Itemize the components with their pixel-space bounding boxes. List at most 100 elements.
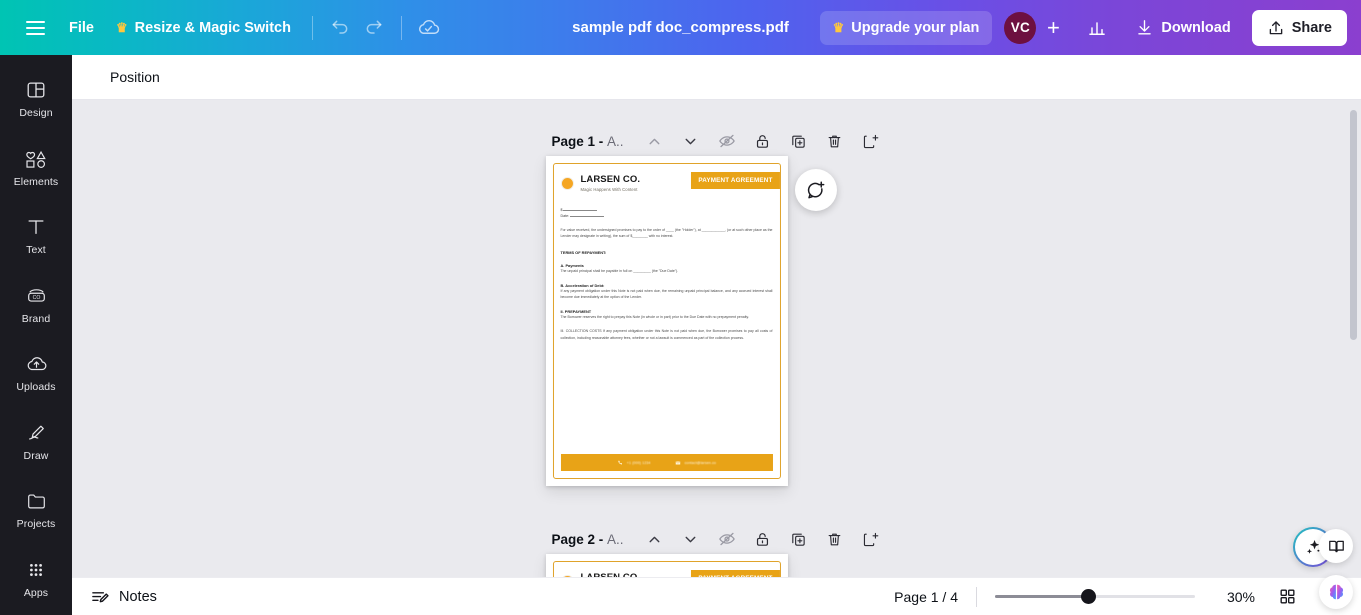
sidebar-item-design[interactable]: Design [2, 67, 70, 132]
pen-draw-icon [25, 422, 48, 444]
download-label: Download [1161, 19, 1231, 36]
page-2-duplicate-icon[interactable] [782, 524, 816, 554]
ai-brain-icon [1329, 584, 1343, 599]
zoom-value[interactable]: 30% [1213, 589, 1255, 605]
document-page-1[interactable]: LARSEN CO. Magic Happens With Content PA… [545, 156, 788, 486]
folder-icon [25, 490, 48, 512]
section-a-body: The unpaid principal shall be payable in… [560, 269, 679, 274]
page-1-move-down-icon[interactable] [674, 126, 708, 156]
left-sidebar: Design Elements Text CO Brand Uploads Dr… [0, 55, 72, 615]
document-intro-paragraph: For value received, the undersigned prom… [560, 227, 773, 238]
toolbar-divider-2 [400, 15, 402, 40]
undo-icon[interactable] [323, 11, 357, 45]
page-1-title[interactable]: Page 1 - A.. [551, 134, 623, 149]
footer-email-text: contact@larsen.co [684, 460, 717, 465]
crown-icon: ♛ [115, 19, 128, 35]
shapes-icon [24, 148, 48, 170]
sidebar-item-label: Apps [23, 586, 49, 599]
grid-view-button[interactable] [1273, 583, 1301, 611]
hamburger-icon[interactable] [12, 0, 58, 55]
page-1-container: Page 1 - A.. LARSEN CO. Magic Happens Wi… [545, 126, 887, 486]
sidebar-item-label: Elements [13, 175, 59, 188]
page-1-move-up-icon[interactable] [638, 126, 672, 156]
page-1-hide-icon[interactable] [710, 126, 744, 156]
page-2-title-main: Page 2 - [551, 531, 608, 547]
file-menu-label: File [69, 19, 94, 36]
upgrade-plan-button[interactable]: ♛ Upgrade your plan [819, 10, 993, 45]
canvas-vertical-scrollbar[interactable] [1350, 110, 1357, 340]
page-1-duplicate-icon[interactable] [782, 126, 816, 156]
add-comment-button[interactable] [794, 169, 837, 211]
docs-help-button[interactable] [1319, 529, 1353, 563]
share-upload-icon [1269, 20, 1282, 34]
brand-icon: CO [25, 285, 48, 307]
sidebar-item-text[interactable]: Text [2, 204, 70, 269]
top-toolbar: File ♛ Resize & Magic Switch sample pdf … [0, 0, 1361, 55]
share-label: Share [1291, 19, 1332, 36]
svg-text:CO: CO [32, 295, 40, 301]
avatar[interactable]: VC [1004, 11, 1037, 44]
sidebar-item-label: Brand [21, 312, 51, 325]
insights-bar-chart-icon[interactable] [1080, 11, 1114, 45]
sidebar-item-elements[interactable]: Elements [2, 136, 70, 201]
brand-name: LARSEN CO. [580, 174, 641, 185]
page-2-lock-icon[interactable] [746, 524, 780, 554]
redo-icon[interactable] [357, 11, 391, 45]
zoom-slider[interactable] [995, 589, 1195, 605]
share-button[interactable]: Share [1251, 9, 1347, 46]
email-icon [675, 460, 680, 464]
page-2-move-down-icon[interactable] [674, 524, 708, 554]
sidebar-item-label: Uploads [16, 381, 56, 394]
upgrade-plan-label: Upgrade your plan [851, 19, 980, 36]
page-2-move-up-icon[interactable] [638, 524, 672, 554]
resize-magic-switch-button[interactable]: ♛ Resize & Magic Switch [105, 11, 302, 45]
document-body: $ Date: For value received, the undersig… [553, 192, 779, 342]
footer-phone-text: +1 (000) 1234 [626, 460, 651, 465]
page-2-title-sub: A.. [607, 531, 624, 547]
page-2-hide-icon[interactable] [710, 524, 744, 554]
download-button[interactable]: Download [1124, 11, 1241, 45]
brand-text-block: LARSEN CO. Magic Happens With Content [580, 174, 640, 192]
docs-book-icon [1328, 540, 1344, 552]
zoom-slider-fill [995, 595, 1089, 598]
file-menu-button[interactable]: File [58, 11, 105, 45]
document-header: LARSEN CO. Magic Happens With Content PA… [553, 164, 780, 192]
cloud-saved-icon[interactable] [412, 11, 446, 45]
sidebar-item-brand[interactable]: CO Brand [2, 273, 70, 338]
ai-assistant-button[interactable] [1319, 575, 1353, 609]
document-badge: PAYMENT AGREEMENT [691, 172, 780, 189]
sidebar-item-projects[interactable]: Projects [2, 478, 70, 543]
sidebar-item-draw[interactable]: Draw [2, 410, 70, 475]
date-field-label: Date: [560, 213, 772, 218]
position-button[interactable]: Position [110, 69, 160, 85]
zoom-slider-knob[interactable] [1081, 589, 1096, 604]
canvas-area[interactable]: Page 1 - A.. LARSEN CO. Magic Happens Wi… [72, 100, 1361, 615]
notes-icon [92, 591, 109, 602]
section-ii-body: The Borrower reserves the right to prepa… [560, 314, 749, 319]
sidebar-item-label: Design [19, 107, 53, 120]
notes-button[interactable]: Notes [90, 587, 157, 607]
page-2-add-page-icon[interactable] [854, 524, 888, 554]
page-2-title[interactable]: Page 2 - A.. [551, 532, 623, 547]
page-2-delete-icon[interactable] [818, 524, 852, 554]
document-title[interactable]: sample pdf doc_compress.pdf [572, 19, 789, 36]
toolbar-divider-1 [311, 15, 313, 40]
sidebar-item-apps[interactable]: Apps [2, 547, 70, 612]
cloud-upload-icon [25, 353, 48, 375]
secondary-toolbar: Position [72, 55, 1361, 100]
page-2-toolbar: Page 2 - A.. [545, 524, 887, 554]
footer-email: contact@larsen.co [675, 460, 717, 466]
invite-plus-button[interactable]: + [1038, 13, 1068, 43]
sidebar-item-uploads[interactable]: Uploads [2, 341, 70, 406]
page-1-delete-icon[interactable] [818, 126, 852, 156]
page-1-add-page-icon[interactable] [854, 126, 888, 156]
resize-magic-switch-label: Resize & Magic Switch [134, 19, 291, 36]
amount-field-label: $ [560, 207, 772, 212]
sidebar-item-label: Draw [23, 449, 49, 462]
page-1-lock-icon[interactable] [746, 126, 780, 156]
document-footer: +1 (000) 1234 contact@larsen.co [560, 454, 773, 471]
